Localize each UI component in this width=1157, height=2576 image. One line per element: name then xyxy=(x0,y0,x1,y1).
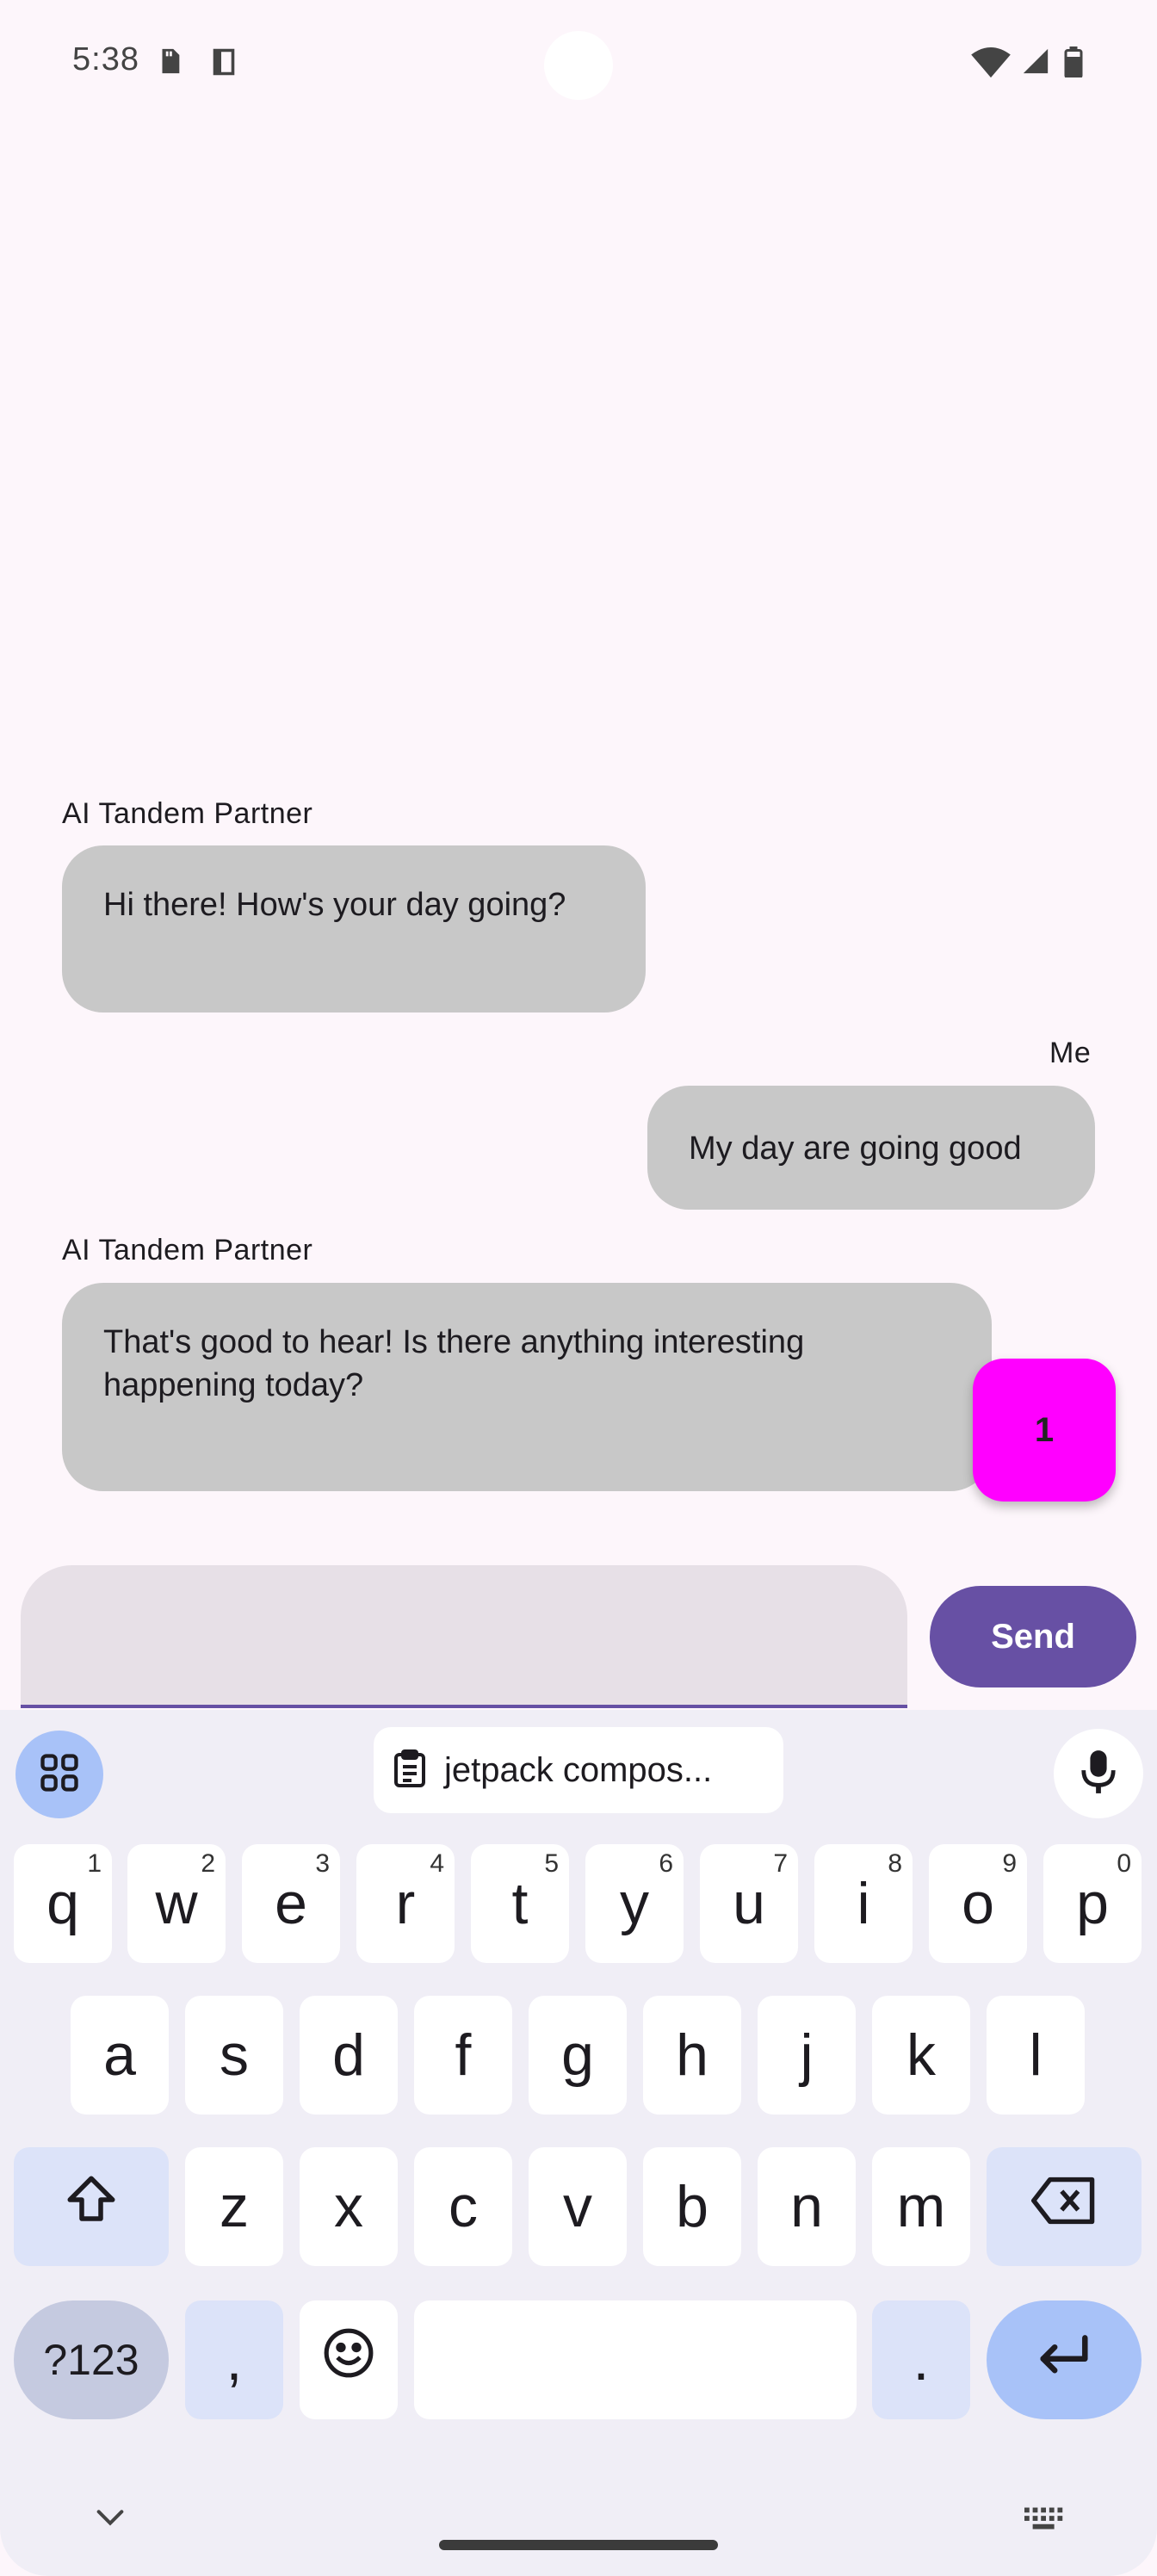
app-screen: 5:38 AI Tandem Partner Hi there! How's y… xyxy=(0,0,1157,2576)
key-g[interactable]: g xyxy=(529,1996,627,2115)
keyboard-toolbar: jetpack compos... xyxy=(0,1710,1157,1822)
period-key[interactable]: . xyxy=(872,2300,970,2419)
status-bar: 5:38 xyxy=(0,0,1157,100)
sd-card-icon xyxy=(155,46,184,80)
shift-key[interactable] xyxy=(14,2147,169,2266)
signal-icon xyxy=(1021,46,1050,80)
counter-fab[interactable]: 1 xyxy=(973,1359,1116,1502)
key-d[interactable]: d xyxy=(300,1996,398,2115)
battery-icon xyxy=(1062,46,1085,82)
message-bubble-partner: Hi there! How's your day going? xyxy=(62,845,646,1012)
message-input[interactable] xyxy=(21,1565,907,1705)
key-o[interactable]: o9 xyxy=(929,1844,1027,1963)
backspace-key[interactable] xyxy=(987,2147,1142,2266)
message-text: My day are going good xyxy=(689,1130,1022,1167)
fab-label: 1 xyxy=(1034,1410,1055,1449)
backspace-icon xyxy=(1031,2173,1097,2240)
key-q[interactable]: q1 xyxy=(14,1844,112,1963)
key-t[interactable]: t5 xyxy=(471,1844,569,1963)
home-indicator[interactable] xyxy=(439,2540,718,2550)
status-time: 5:38 xyxy=(72,41,139,77)
message-bubble-partner: That's good to hear! Is there anything i… xyxy=(62,1283,992,1491)
keyboard-switch-icon[interactable] xyxy=(1024,2507,1067,2536)
camera-cutout xyxy=(544,31,613,100)
message-text-line: happening today? xyxy=(103,1367,364,1403)
key-z[interactable]: z xyxy=(185,2147,283,2266)
key-w[interactable]: w2 xyxy=(127,1844,226,1963)
key-j[interactable]: j xyxy=(758,1996,856,2115)
keyboard-apps-button[interactable] xyxy=(15,1731,103,1818)
key-u[interactable]: u7 xyxy=(700,1844,798,1963)
soft-keyboard: jetpack compos... q1 w2 e3 r4 t5 y6 u7 i… xyxy=(0,1710,1157,2576)
grid-icon xyxy=(37,1750,82,1799)
clipboard-suggestion-chip[interactable]: jetpack compos... xyxy=(374,1727,783,1813)
message-text-line: That's good to hear! Is there anything i… xyxy=(103,1324,805,1360)
key-y[interactable]: y6 xyxy=(585,1844,684,1963)
key-v[interactable]: v xyxy=(529,2147,627,2266)
key-p[interactable]: p0 xyxy=(1043,1844,1142,1963)
sender-label: AI Tandem Partner xyxy=(62,1234,313,1266)
sender-label: Me xyxy=(1049,1037,1092,1069)
voice-input-button[interactable] xyxy=(1054,1729,1143,1818)
send-button[interactable]: Send xyxy=(930,1586,1136,1687)
symbols-key[interactable]: ?123 xyxy=(14,2300,169,2419)
message-input-field[interactable] xyxy=(21,1565,907,1708)
key-k[interactable]: k xyxy=(872,1996,970,2115)
key-f[interactable]: f xyxy=(414,1996,512,2115)
emoji-icon xyxy=(322,2326,375,2393)
key-b[interactable]: b xyxy=(643,2147,741,2266)
emoji-key[interactable] xyxy=(300,2300,398,2419)
sender-label: AI Tandem Partner xyxy=(62,797,313,830)
enter-key[interactable] xyxy=(987,2300,1142,2419)
space-key[interactable] xyxy=(414,2300,857,2419)
key-n[interactable]: n xyxy=(758,2147,856,2266)
message-bubble-me: My day are going good xyxy=(647,1086,1095,1210)
comma-key[interactable]: , xyxy=(185,2300,283,2419)
key-e[interactable]: e3 xyxy=(242,1844,340,1963)
microphone-icon xyxy=(1079,1749,1118,1799)
hide-keyboard-icon[interactable] xyxy=(93,2505,127,2534)
key-a[interactable]: a xyxy=(71,1996,169,2115)
key-l[interactable]: l xyxy=(987,1996,1085,2115)
key-i[interactable]: i8 xyxy=(814,1844,913,1963)
key-x[interactable]: x xyxy=(300,2147,398,2266)
shift-icon xyxy=(63,2171,120,2242)
key-r[interactable]: r4 xyxy=(356,1844,455,1963)
clipboard-suggestion-text: jetpack compos... xyxy=(444,1750,713,1789)
message-text: Hi there! How's your day going? xyxy=(103,887,566,923)
key-h[interactable]: h xyxy=(643,1996,741,2115)
keyboard-bottom-bar xyxy=(0,2476,1157,2576)
key-c[interactable]: c xyxy=(414,2147,512,2266)
key-m[interactable]: m xyxy=(872,2147,970,2266)
wifi-icon xyxy=(971,46,1011,84)
key-s[interactable]: s xyxy=(185,1996,283,2115)
enter-icon xyxy=(1036,2326,1092,2393)
screenshot-icon xyxy=(208,46,239,82)
clipboard-icon xyxy=(389,1746,430,1795)
